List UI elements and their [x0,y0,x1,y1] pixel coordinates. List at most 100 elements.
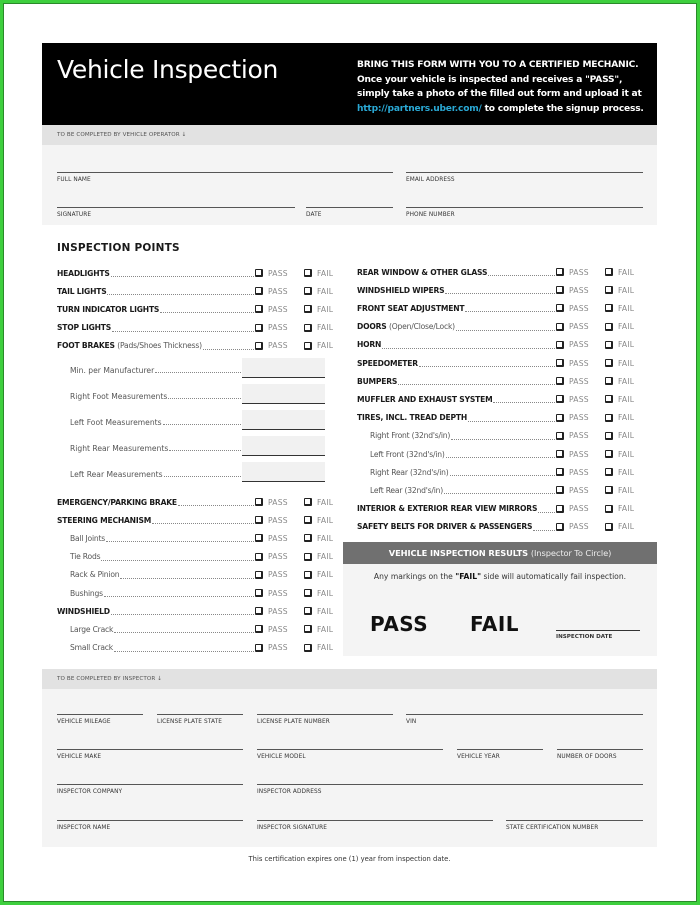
fail-checkbox-icon[interactable] [605,322,613,331]
fail-option[interactable]: FAIL [605,268,641,277]
fail-option[interactable]: FAIL [304,498,340,507]
fail-checkbox-icon[interactable] [605,486,613,495]
pass-checkbox-icon[interactable] [556,268,564,276]
pass-option[interactable]: PASS [255,607,304,616]
pass-option[interactable]: PASS [255,305,304,314]
result-pass[interactable]: PASS [370,612,428,636]
fail-option[interactable]: FAIL [605,286,641,295]
fail-option[interactable]: FAIL [605,468,641,477]
pass-checkbox-icon[interactable] [255,516,263,525]
pass-option[interactable]: PASS [255,516,304,525]
pass-checkbox-icon[interactable] [556,322,564,331]
fail-option[interactable]: FAIL [605,377,641,386]
pass-checkbox-icon[interactable] [255,287,263,296]
date-field[interactable]: DATE [306,207,393,218]
pass-checkbox-icon[interactable] [556,413,564,422]
fail-checkbox-icon[interactable] [605,286,613,295]
vin-field[interactable]: VIN [406,714,643,725]
pass-option[interactable]: PASS [255,643,304,652]
measurement-input[interactable] [242,462,325,482]
fail-checkbox-icon[interactable] [304,570,312,579]
pass-checkbox-icon[interactable] [556,286,564,295]
vehicle-make-field[interactable]: VEHICLE MAKE [57,749,243,760]
pass-checkbox-icon[interactable] [556,431,564,440]
pass-checkbox-icon[interactable] [255,643,263,652]
pass-checkbox-icon[interactable] [255,323,263,332]
fail-option[interactable]: FAIL [304,589,340,598]
vehicle-year-field[interactable]: VEHICLE YEAR [457,749,543,760]
pass-checkbox-icon[interactable] [255,589,263,597]
plate-state-field[interactable]: LICENSE PLATE STATE [157,714,243,725]
fail-option[interactable]: FAIL [304,323,340,332]
full-name-field[interactable]: FULL NAME [57,172,393,183]
pass-option[interactable]: PASS [556,431,605,440]
fail-checkbox-icon[interactable] [304,643,312,652]
pass-checkbox-icon[interactable] [556,304,564,313]
pass-checkbox-icon[interactable] [556,340,564,349]
pass-option[interactable]: PASS [556,395,605,404]
inspector-address-field[interactable]: INSPECTOR ADDRESS [257,784,643,795]
fail-option[interactable]: FAIL [304,625,340,634]
pass-option[interactable]: PASS [556,486,605,495]
pass-checkbox-icon[interactable] [556,359,564,367]
fail-checkbox-icon[interactable] [605,431,613,440]
fail-checkbox-icon[interactable] [605,304,613,313]
pass-option[interactable]: PASS [556,413,605,422]
pass-option[interactable]: PASS [255,498,304,507]
fail-checkbox-icon[interactable] [605,268,613,276]
fail-checkbox-icon[interactable] [605,504,613,513]
inspector-company-field[interactable]: INSPECTOR COMPANY [57,784,243,795]
pass-option[interactable]: PASS [556,450,605,459]
phone-field[interactable]: PHONE NUMBER [406,207,643,218]
result-fail[interactable]: FAIL [470,612,519,636]
pass-checkbox-icon[interactable] [255,269,263,277]
pass-option[interactable]: PASS [556,304,605,313]
fail-option[interactable]: FAIL [605,395,641,404]
fail-checkbox-icon[interactable] [605,413,613,422]
fail-option[interactable]: FAIL [605,359,641,368]
fail-option[interactable]: FAIL [304,607,340,616]
pass-option[interactable]: PASS [556,322,605,331]
pass-option[interactable]: PASS [255,341,304,350]
fail-checkbox-icon[interactable] [605,468,613,477]
pass-option[interactable]: PASS [556,468,605,477]
pass-checkbox-icon[interactable] [255,607,263,616]
inspector-signature-field[interactable]: INSPECTOR SIGNATURE [257,820,493,831]
pass-option[interactable]: PASS [255,589,304,598]
fail-checkbox-icon[interactable] [304,534,312,543]
email-field[interactable]: EMAIL ADDRESS [406,172,643,183]
pass-option[interactable]: PASS [556,286,605,295]
pass-checkbox-icon[interactable] [556,377,564,386]
pass-option[interactable]: PASS [556,522,605,531]
pass-checkbox-icon[interactable] [255,498,263,506]
fail-option[interactable]: FAIL [605,431,641,440]
pass-option[interactable]: PASS [255,323,304,332]
fail-option[interactable]: FAIL [304,534,340,543]
fail-checkbox-icon[interactable] [304,323,312,332]
pass-checkbox-icon[interactable] [556,486,564,495]
fail-option[interactable]: FAIL [605,504,641,513]
pass-checkbox-icon[interactable] [255,305,263,314]
fail-option[interactable]: FAIL [304,552,340,561]
fail-checkbox-icon[interactable] [605,377,613,386]
pass-option[interactable]: PASS [255,570,304,579]
number-of-doors-field[interactable]: NUMBER OF DOORS [557,749,643,760]
inspection-date-field[interactable]: INSPECTION DATE [556,630,640,640]
pass-option[interactable]: PASS [255,534,304,543]
fail-checkbox-icon[interactable] [304,269,312,277]
vehicle-model-field[interactable]: VEHICLE MODEL [257,749,443,760]
fail-option[interactable]: FAIL [304,287,340,296]
fail-option[interactable]: FAIL [304,643,340,652]
pass-checkbox-icon[interactable] [255,625,263,634]
fail-checkbox-icon[interactable] [605,359,613,367]
fail-option[interactable]: FAIL [605,304,641,313]
fail-option[interactable]: FAIL [605,322,641,331]
measurement-input[interactable] [242,410,325,430]
fail-option[interactable]: FAIL [304,516,340,525]
pass-checkbox-icon[interactable] [255,570,263,579]
pass-option[interactable]: PASS [556,340,605,349]
pass-checkbox-icon[interactable] [556,504,564,513]
pass-checkbox-icon[interactable] [556,522,564,531]
pass-option[interactable]: PASS [255,287,304,296]
fail-checkbox-icon[interactable] [304,552,312,561]
